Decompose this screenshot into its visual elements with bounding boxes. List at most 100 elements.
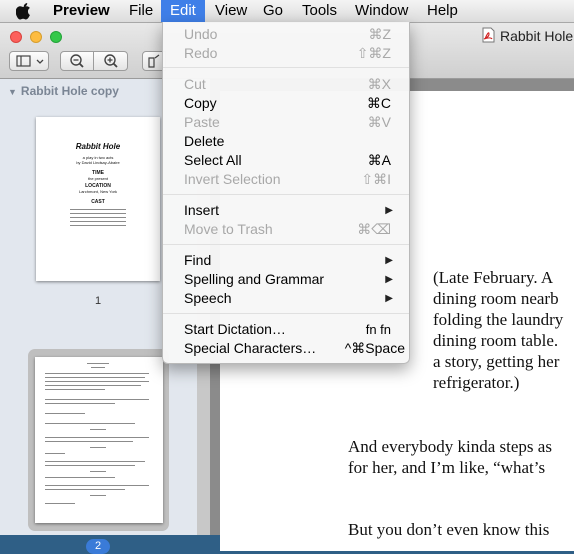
- page-number-2-badge: 2: [86, 539, 110, 554]
- menu-item-undo[interactable]: Undo ⌘Z: [163, 25, 409, 44]
- menu-item-label: Move to Trash: [184, 221, 273, 237]
- submenu-arrow-icon: ▶: [385, 274, 393, 285]
- menu-item-label: Delete: [184, 133, 225, 149]
- menu-item-label: Speech: [184, 290, 232, 306]
- menu-item-invert-selection[interactable]: Invert Selection ⇧⌘I: [163, 170, 409, 189]
- thumb-text-line: [45, 399, 149, 400]
- thumb-text-line: [45, 489, 125, 490]
- thumb-text-line: [70, 213, 126, 214]
- menu-file[interactable]: File: [120, 0, 162, 22]
- doc-line: dining room nearb: [433, 289, 559, 308]
- menu-item-label: Select All: [184, 152, 242, 168]
- menu-item-label: Paste: [184, 114, 220, 130]
- menu-item-label: Insert: [184, 202, 220, 218]
- submenu-arrow-icon: ▶: [385, 293, 393, 304]
- menu-item-shortcut: ^⌘Space: [344, 340, 405, 356]
- thumb-text-line: [45, 385, 141, 386]
- doc-line: for her, and I’m like, “what’s: [348, 458, 546, 477]
- sidebar-document-name: Rabbit Hole copy: [20, 84, 119, 98]
- zoom-out-button[interactable]: [60, 51, 94, 71]
- thumb-text-line: [45, 485, 149, 486]
- thumb-text-line: [70, 217, 126, 218]
- menu-separator: [163, 194, 409, 195]
- menu-help[interactable]: Help: [418, 0, 467, 22]
- thumb-text-line: [45, 373, 149, 374]
- menu-item-shortcut: fn fn: [365, 322, 391, 337]
- sidebar-view-button[interactable]: [9, 51, 49, 71]
- menu-item-shortcut: ⌘C: [366, 95, 391, 111]
- menu-item-label: Copy: [184, 95, 217, 111]
- thumb-text-line: [87, 363, 109, 364]
- thumb-text-line: [45, 377, 145, 378]
- thumb-text-line: [91, 367, 105, 368]
- menu-item-shortcut: ⌘V: [367, 114, 391, 130]
- thumb-text-line: [45, 453, 65, 454]
- zoom-out-icon: [70, 54, 84, 68]
- menu-item-label: Find: [184, 252, 212, 268]
- sidebar-header[interactable]: ▼ Rabbit Hole copy: [8, 84, 119, 98]
- menu-item-shortcut: ⌘A: [367, 152, 391, 168]
- minimize-button[interactable]: [30, 31, 42, 43]
- page-thumbnail-2[interactable]: [35, 357, 163, 523]
- menu-edit[interactable]: Edit: [161, 0, 205, 22]
- menu-tools[interactable]: Tools: [293, 0, 346, 22]
- menu-item-label: Cut: [184, 76, 206, 92]
- zoom-button[interactable]: [50, 31, 62, 43]
- submenu-arrow-icon: ▶: [385, 255, 393, 266]
- zoom-in-button[interactable]: [93, 51, 128, 71]
- menu-item-shortcut: ⌘X: [367, 76, 391, 92]
- menu-item-select-all[interactable]: Select All ⌘A: [163, 151, 409, 170]
- menu-app-preview[interactable]: Preview: [44, 0, 119, 22]
- menu-item-label: Special Characters…: [184, 340, 317, 356]
- menu-item-redo[interactable]: Redo ⇧⌘Z: [163, 44, 409, 63]
- thumb-text-line: [70, 225, 126, 226]
- page-thumbnail-1[interactable]: Rabbit Hole a play in two acts by David …: [36, 117, 160, 281]
- menu-item-shortcut: ⇧⌘I: [361, 171, 391, 187]
- thumb-text-line: [90, 447, 106, 448]
- menu-view[interactable]: View: [206, 0, 256, 22]
- menu-bar: Preview File Edit View Go Tools Window H…: [0, 0, 574, 23]
- menu-item-shortcut: ⌘⌫: [357, 221, 391, 237]
- menu-item-copy[interactable]: Copy ⌘C: [163, 94, 409, 113]
- zoom-in-icon: [104, 54, 118, 68]
- menu-item-label: Spelling and Grammar: [184, 271, 325, 287]
- menu-item-speech[interactable]: Speech ▶: [163, 289, 409, 308]
- menu-go[interactable]: Go: [254, 0, 292, 22]
- apple-icon[interactable]: [15, 2, 32, 24]
- doc-line: a story, getting her: [433, 352, 560, 371]
- pdf-file-icon: [482, 27, 495, 46]
- thumb-text-line: [90, 495, 106, 496]
- menu-item-start-dictation[interactable]: Start Dictation… fn fn: [163, 320, 409, 339]
- menu-item-label: Invert Selection: [184, 171, 281, 187]
- menu-separator: [163, 313, 409, 314]
- thumb-text-line: [45, 413, 85, 414]
- menu-item-shortcut: ⌘Z: [368, 26, 391, 42]
- disclosure-triangle-icon[interactable]: ▼: [8, 87, 17, 97]
- menu-item-move-to-trash[interactable]: Move to Trash ⌘⌫: [163, 220, 409, 239]
- menu-item-paste[interactable]: Paste ⌘V: [163, 113, 409, 132]
- menu-item-insert[interactable]: Insert ▶: [163, 201, 409, 220]
- menu-item-cut[interactable]: Cut ⌘X: [163, 75, 409, 94]
- doc-line: refrigerator.): [433, 373, 520, 392]
- menu-window[interactable]: Window: [346, 0, 417, 22]
- menu-item-delete[interactable]: Delete: [163, 132, 409, 151]
- menu-item-label: Start Dictation…: [184, 321, 286, 337]
- menu-item-find[interactable]: Find ▶: [163, 251, 409, 270]
- thumb-text-line: [45, 503, 75, 504]
- menu-item-special-characters[interactable]: Special Characters… ^⌘Space: [163, 339, 409, 358]
- page-number-1: 1: [95, 295, 102, 307]
- menu-item-label: Undo: [184, 26, 218, 42]
- thumb-text-line: [45, 465, 135, 466]
- close-button[interactable]: [10, 31, 22, 43]
- thumb-location-value: Larchmont, New York: [78, 189, 118, 194]
- doc-line: folding the laundry: [433, 310, 564, 329]
- thumb-text-line: [45, 381, 149, 382]
- thumb-text-line: [45, 477, 115, 478]
- thumb-text-line: [70, 209, 126, 210]
- thumb-text-line: [45, 423, 135, 424]
- doc-line: dining room table.: [433, 331, 559, 350]
- window-title: Rabbit Hole: [482, 27, 573, 46]
- doc-line: (Late February. A: [433, 268, 554, 287]
- thumb-text-line: [45, 403, 115, 404]
- menu-item-spelling-and-grammar[interactable]: Spelling and Grammar ▶: [163, 270, 409, 289]
